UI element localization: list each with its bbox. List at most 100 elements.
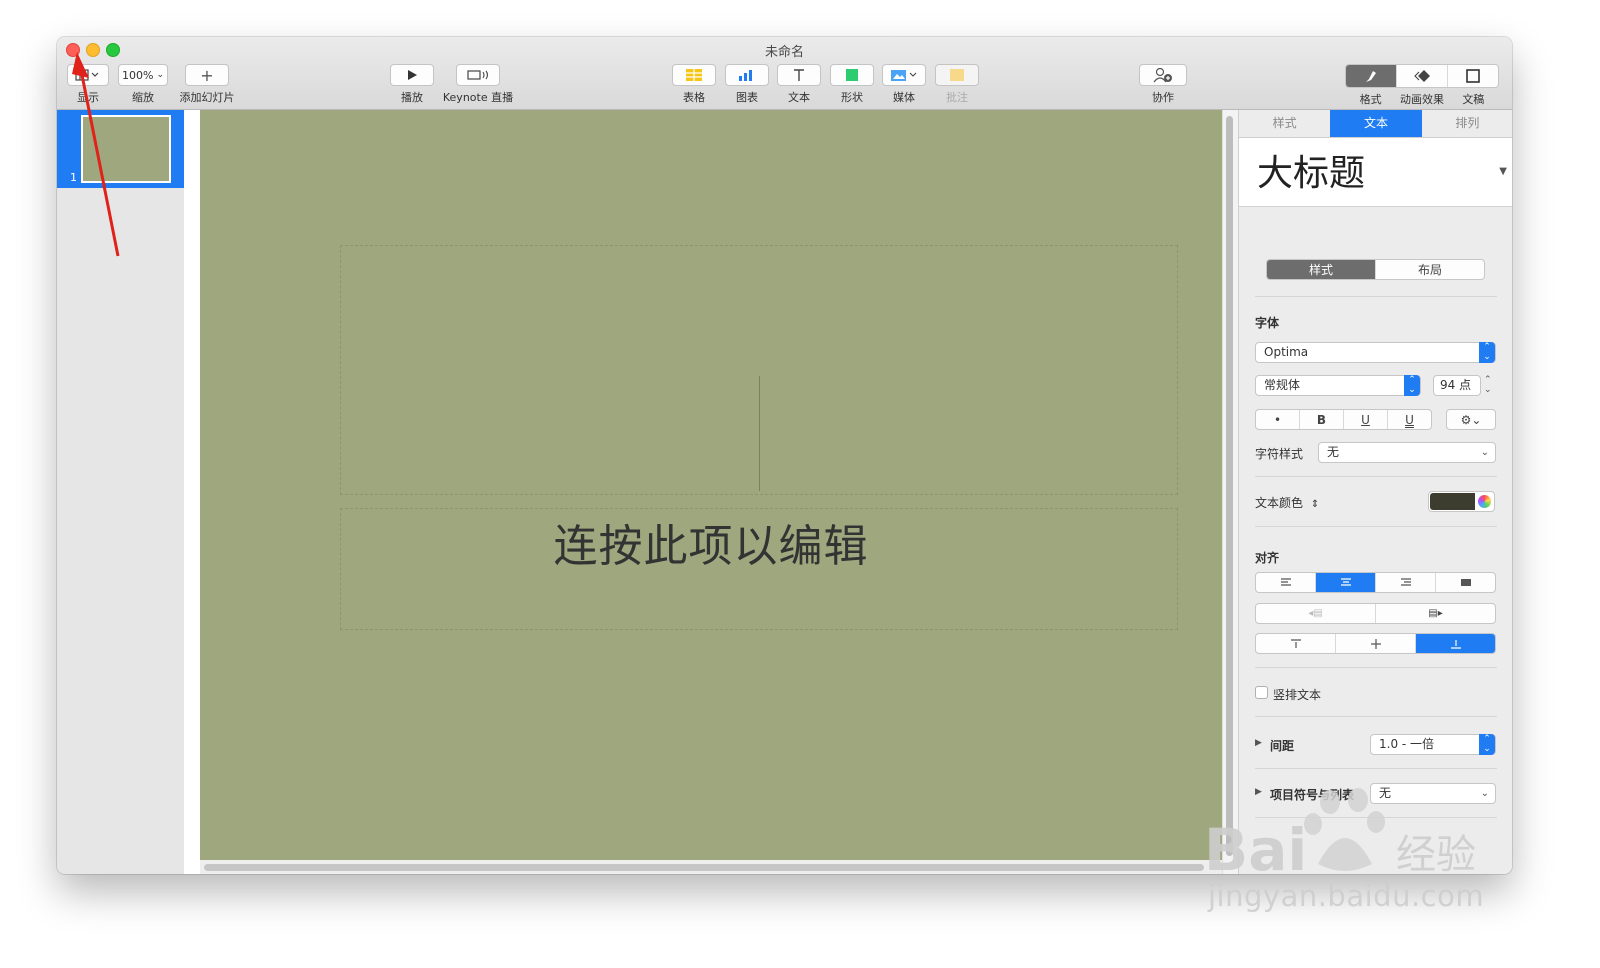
collaborate-button[interactable] [1139, 64, 1187, 86]
play-button[interactable] [390, 64, 434, 86]
chart-menu[interactable]: 图表 [725, 64, 769, 105]
add-slide-button[interactable]: + [185, 64, 229, 86]
char-style-select[interactable]: 无 ⌄ [1318, 442, 1496, 463]
slide-thumbnail[interactable] [81, 115, 171, 183]
double-underline-button[interactable]: U [1388, 410, 1431, 429]
disclosure-triangle-icon[interactable]: ▶ [1255, 738, 1262, 748]
spacing-select[interactable]: 1.0 - 一倍 ⌃ ⌄ [1370, 734, 1496, 755]
document-label: 文稿 [1462, 93, 1485, 106]
animate-button[interactable] [1397, 65, 1448, 87]
chart-icon [739, 70, 752, 81]
table-icon [686, 69, 702, 81]
keynote-live-label: Keynote 直播 [442, 91, 514, 104]
view-menu[interactable]: 显示 [66, 64, 110, 105]
format-button[interactable] [1346, 65, 1397, 87]
zoom-menu[interactable]: 100% ⌄ 缩放 [117, 64, 169, 105]
segment-layout[interactable]: 布局 [1376, 260, 1484, 279]
comment-button[interactable] [935, 64, 979, 86]
font-size-stepper[interactable]: ⌃ ⌄ [1484, 375, 1492, 395]
bullets-select[interactable]: 无 ⌄ [1370, 783, 1496, 804]
chart-button[interactable] [725, 64, 769, 86]
horizontal-scrollbar[interactable] [204, 864, 1204, 871]
table-button[interactable] [672, 64, 716, 86]
text-button[interactable] [777, 64, 821, 86]
underline-button[interactable]: U [1344, 410, 1388, 429]
horizontal-align-buttons [1255, 572, 1496, 593]
align-bottom-icon[interactable] [1416, 634, 1495, 653]
gear-icon[interactable]: ⚙⌄ [1447, 410, 1495, 429]
segment-style[interactable]: 样式 [1267, 260, 1376, 279]
inspector-segment [1345, 64, 1499, 88]
zoom-button[interactable]: 100% ⌄ [118, 64, 168, 86]
shape-button[interactable] [830, 64, 874, 86]
divider [1255, 768, 1497, 769]
disclosure-triangle-icon[interactable]: ▶ [1255, 787, 1262, 797]
paragraph-style-picker[interactable]: 大标题 ▼ [1239, 138, 1512, 207]
text-menu[interactable]: 文本 [777, 64, 821, 105]
tab-style[interactable]: 样式 [1239, 110, 1330, 137]
slide-canvas[interactable]: 连按此项以编辑 [200, 110, 1222, 860]
paintbrush-icon [1366, 71, 1376, 82]
keynote-window: 未命名 显示 100% ⌄ 缩放 + 添加幻灯片 播放 Keynote 直播 表… [57, 37, 1512, 874]
vertical-text-checkbox[interactable] [1255, 686, 1268, 699]
slide-placeholder-text[interactable]: 连按此项以编辑 [200, 510, 1222, 574]
comment-menu[interactable]: 批注 [935, 64, 979, 105]
watermark-url: jingyan.baidu.com [1208, 879, 1485, 913]
chevron-down-icon: ⌄ [1480, 447, 1489, 458]
divider [1255, 716, 1497, 717]
media-button[interactable] [882, 64, 926, 86]
align-top-icon[interactable] [1256, 634, 1336, 653]
collaborate-label: 协作 [1152, 91, 1174, 104]
decrease-indent-icon[interactable]: ◂▤ [1256, 604, 1376, 623]
paragraph-style-name: 大标题 [1257, 153, 1366, 194]
chevron-down-icon: ⌄ [1480, 788, 1489, 799]
text-color-well[interactable] [1428, 491, 1495, 512]
toolbar: 未命名 显示 100% ⌄ 缩放 + 添加幻灯片 播放 Keynote 直播 表… [57, 37, 1512, 110]
align-center-icon[interactable] [1316, 573, 1376, 592]
color-wheel-icon[interactable] [1478, 495, 1491, 508]
view-label: 显示 [77, 91, 99, 104]
tab-arrange[interactable]: 排列 [1422, 110, 1512, 137]
text-color-text: 文本颜色 [1255, 496, 1304, 510]
view-button[interactable] [67, 64, 109, 86]
add-slide-menu[interactable]: + 添加幻灯片 [177, 64, 237, 105]
shape-icon [846, 69, 858, 81]
view-icon [75, 69, 99, 81]
align-middle-icon[interactable] [1336, 634, 1416, 653]
shape-menu[interactable]: 形状 [830, 64, 874, 105]
align-left-icon[interactable] [1256, 573, 1316, 592]
divider [1255, 476, 1497, 477]
keynote-live-button[interactable] [456, 64, 500, 86]
text-color-label[interactable]: 文本颜色 ⇕ [1255, 494, 1319, 511]
tab-text[interactable]: 文本 [1330, 110, 1422, 137]
spacing-label: 间距 [1270, 739, 1295, 753]
style-layout-segment: 样式 布局 [1266, 259, 1485, 280]
diamond-icon [1414, 70, 1430, 82]
font-name-select[interactable]: Optima ⌃ ⌄ [1255, 342, 1496, 363]
broadcast-icon [467, 70, 489, 80]
bold-button[interactable]: B [1300, 410, 1344, 429]
media-menu[interactable]: 媒体 [882, 64, 926, 105]
font-weight-select[interactable]: 常规体 ⌃ ⌄ [1255, 375, 1421, 396]
keynote-live-menu[interactable]: Keynote 直播 [441, 64, 515, 105]
play-menu[interactable]: 播放 [390, 64, 434, 105]
increase-indent-icon[interactable]: ▤▸ [1376, 604, 1495, 623]
align-right-icon[interactable] [1376, 573, 1436, 592]
format-label: 格式 [1359, 93, 1382, 106]
comment-icon [950, 69, 964, 81]
vertical-scrollbar[interactable] [1226, 116, 1233, 856]
align-justify-icon[interactable] [1436, 573, 1495, 592]
more-styles-button[interactable]: • [1256, 410, 1300, 429]
collaborate-menu[interactable]: 协作 [1139, 64, 1187, 105]
document-button[interactable] [1448, 65, 1498, 87]
char-style-value: 无 [1327, 445, 1340, 459]
alignment-guide [759, 376, 760, 491]
font-weight-value: 常规体 [1264, 378, 1301, 392]
divider [1255, 526, 1497, 527]
text-color-swatch [1430, 493, 1475, 510]
slide-thumbnail-selected[interactable]: 1 [57, 110, 184, 188]
format-inspector: 样式 文本 排列 大标题 ▼ 样式 布局 字体 Optima ⌃ ⌄ 常规体 ⌃ ⌄… [1238, 110, 1512, 874]
shape-label: 形状 [841, 91, 863, 104]
table-menu[interactable]: 表格 [672, 64, 716, 105]
font-size-field[interactable]: 94 点 [1433, 375, 1481, 396]
